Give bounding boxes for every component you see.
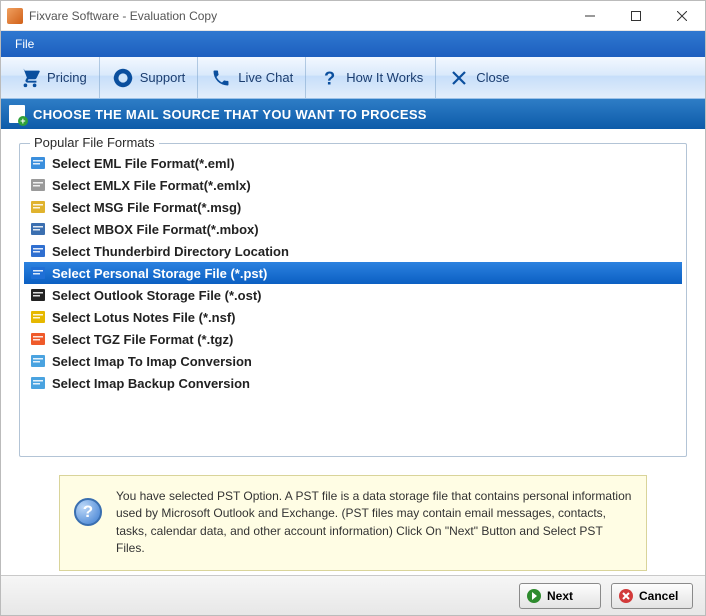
ost-icon <box>30 287 46 303</box>
format-item-nsf[interactable]: Select Lotus Notes File (*.nsf) <box>24 306 682 328</box>
how-it-works-label: How It Works <box>346 70 423 85</box>
document-add-icon <box>9 105 25 123</box>
format-item-ost[interactable]: Select Outlook Storage File (*.ost) <box>24 284 682 306</box>
format-item-label: Select Thunderbird Directory Location <box>52 244 289 259</box>
format-item-label: Select Imap Backup Conversion <box>52 376 250 391</box>
pst-icon <box>30 265 46 281</box>
next-arrow-icon <box>526 588 542 604</box>
how-it-works-button[interactable]: ? How It Works <box>306 57 436 98</box>
format-item-label: Select EML File Format(*.eml) <box>52 156 235 171</box>
phone-icon <box>210 67 232 89</box>
thunderbird-icon <box>30 243 46 259</box>
format-item-thunderbird[interactable]: Select Thunderbird Directory Location <box>24 240 682 262</box>
tgz-icon <box>30 331 46 347</box>
mbox-icon <box>30 221 46 237</box>
info-text: You have selected PST Option. A PST file… <box>116 488 632 558</box>
menu-bar: File <box>1 31 705 57</box>
toolbar-close-button[interactable]: Close <box>436 57 521 98</box>
fieldset-legend: Popular File Formats <box>30 135 159 150</box>
cancel-button[interactable]: Cancel <box>611 583 693 609</box>
imap-icon <box>30 353 46 369</box>
file-formats-fieldset: Popular File Formats Select EML File For… <box>19 143 687 457</box>
svg-text:?: ? <box>324 68 335 88</box>
format-item-tgz[interactable]: Select TGZ File Format (*.tgz) <box>24 328 682 350</box>
format-item-pst[interactable]: Select Personal Storage File (*.pst) <box>24 262 682 284</box>
heading-text: CHOOSE THE MAIL SOURCE THAT YOU WANT TO … <box>33 107 427 122</box>
support-label: Support <box>140 70 186 85</box>
format-item-label: Select MSG File Format(*.msg) <box>52 200 241 215</box>
info-panel: ? You have selected PST Option. A PST fi… <box>59 475 647 571</box>
format-item-mbox[interactable]: Select MBOX File Format(*.mbox) <box>24 218 682 240</box>
pricing-label: Pricing <box>47 70 87 85</box>
footer: Next Cancel <box>1 575 705 615</box>
format-item-emlx[interactable]: Select EMLX File Format(*.emlx) <box>24 174 682 196</box>
format-item-label: Select EMLX File Format(*.emlx) <box>52 178 251 193</box>
emlx-icon <box>30 177 46 193</box>
pricing-button[interactable]: Pricing <box>7 57 100 98</box>
content-area: Popular File Formats Select EML File For… <box>1 129 705 571</box>
minimize-button[interactable] <box>567 1 613 31</box>
nsf-icon <box>30 309 46 325</box>
format-item-label: Select Personal Storage File (*.pst) <box>52 266 267 281</box>
imap-backup-icon <box>30 375 46 391</box>
info-icon: ? <box>74 498 102 526</box>
window-title: Fixvare Software - Evaluation Copy <box>29 9 217 23</box>
cancel-label: Cancel <box>639 589 678 603</box>
msg-icon <box>30 199 46 215</box>
format-item-eml[interactable]: Select EML File Format(*.eml) <box>24 152 682 174</box>
cancel-icon <box>618 588 634 604</box>
format-item-imap[interactable]: Select Imap To Imap Conversion <box>24 350 682 372</box>
live-chat-button[interactable]: Live Chat <box>198 57 306 98</box>
heading-banner: CHOOSE THE MAIL SOURCE THAT YOU WANT TO … <box>1 99 705 129</box>
eml-icon <box>30 155 46 171</box>
format-item-label: Select TGZ File Format (*.tgz) <box>52 332 233 347</box>
cart-icon <box>19 67 41 89</box>
format-item-imap-backup[interactable]: Select Imap Backup Conversion <box>24 372 682 394</box>
format-item-label: Select Imap To Imap Conversion <box>52 354 252 369</box>
toolbar: Pricing Support Live Chat ? How It Works… <box>1 57 705 99</box>
next-label: Next <box>547 589 573 603</box>
format-item-label: Select Lotus Notes File (*.nsf) <box>52 310 235 325</box>
live-chat-label: Live Chat <box>238 70 293 85</box>
close-icon <box>448 67 470 89</box>
app-icon <box>7 8 23 24</box>
question-icon: ? <box>318 67 340 89</box>
format-item-label: Select MBOX File Format(*.mbox) <box>52 222 259 237</box>
headset-icon <box>112 67 134 89</box>
close-window-button[interactable] <box>659 1 705 31</box>
toolbar-close-label: Close <box>476 70 509 85</box>
next-button[interactable]: Next <box>519 583 601 609</box>
maximize-button[interactable] <box>613 1 659 31</box>
format-item-label: Select Outlook Storage File (*.ost) <box>52 288 261 303</box>
format-list: Select EML File Format(*.eml) Select EMLX… <box>24 152 682 394</box>
support-button[interactable]: Support <box>100 57 199 98</box>
menu-file[interactable]: File <box>5 33 44 55</box>
format-item-msg[interactable]: Select MSG File Format(*.msg) <box>24 196 682 218</box>
title-bar: Fixvare Software - Evaluation Copy <box>1 1 705 31</box>
